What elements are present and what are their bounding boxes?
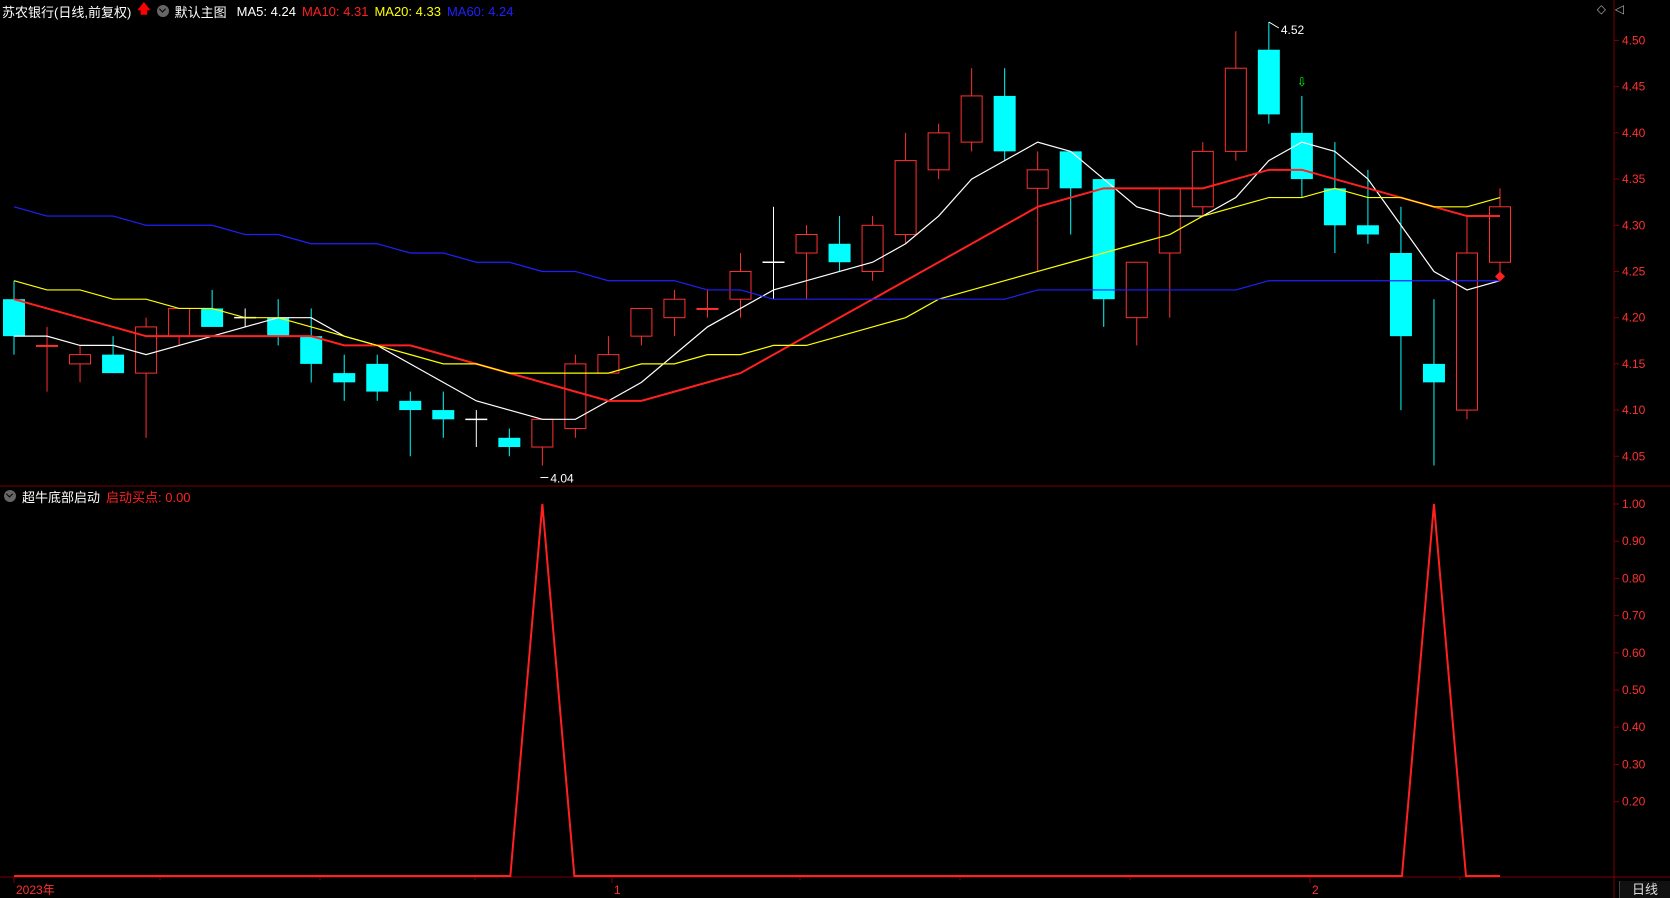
- candle-body: [36, 344, 59, 347]
- indicator-name[interactable]: 超牛底部启动: [22, 487, 100, 506]
- chart-canvas: 4.50 4.45 4.40 4.35 4.30 4.25 4.20 4.15 4.10 4.05…: [0, 0, 1670, 898]
- candle-body: [1389, 253, 1412, 337]
- main-price-chart[interactable]: 4.52 4.04 ⇩: [3, 21, 1511, 486]
- candle-body: [399, 400, 422, 411]
- ma20-value: MA20: 4.33: [374, 3, 441, 19]
- ma5-value: MA5: 4.24: [236, 3, 296, 19]
- sub-y-tick-label: 0.80: [1622, 571, 1646, 585]
- candle-body: [333, 373, 356, 383]
- candle-body: [1158, 187, 1181, 254]
- candle-body: [1323, 188, 1346, 226]
- low-label: 4.04: [550, 472, 574, 486]
- candle-body: [1356, 225, 1379, 235]
- candle-body: [894, 160, 917, 236]
- candle-body: [1422, 363, 1445, 383]
- candle-body: [1191, 150, 1214, 208]
- sub-y-tick-label: 0.20: [1622, 795, 1646, 809]
- ma10-value: MA10: 4.31: [301, 3, 369, 19]
- period-tab-daily[interactable]: 日线: [1619, 881, 1670, 898]
- high-marker: [1268, 21, 1280, 29]
- candle-body: [366, 363, 389, 392]
- candle-body: [1455, 252, 1478, 411]
- candle-body: [432, 410, 455, 420]
- buy-signal-icon: [1495, 271, 1505, 282]
- candle-body: [69, 354, 92, 365]
- template-name[interactable]: 默认主图: [175, 2, 227, 21]
- indicator-header: 超牛底部启动 启动买点: 0.00: [0, 487, 191, 505]
- candle-body: [729, 270, 752, 300]
- dropdown-icon[interactable]: [156, 5, 169, 17]
- candle-body: [1257, 49, 1280, 115]
- candle-body: [300, 336, 323, 364]
- stock-title[interactable]: 苏农银行(日线,前复权): [2, 2, 131, 21]
- y-tick-label: 4.40: [1622, 126, 1646, 140]
- candle-body: [1224, 67, 1247, 152]
- y-tick-label: 4.45: [1622, 80, 1646, 94]
- y-tick-label: 4.20: [1622, 311, 1646, 325]
- x-tick-label: 2: [1312, 883, 1319, 897]
- ma-line-ma60: [13, 206, 1500, 300]
- chart-frame: 4.50 4.45 4.40 4.35 4.30 4.25 4.20 4.15 4.10 4.05…: [0, 0, 1670, 898]
- diamond-icon[interactable]: ◇: [1597, 2, 1606, 16]
- y-tick-label: 4.50: [1622, 33, 1646, 47]
- indicator-dropdown-icon[interactable]: [4, 490, 16, 502]
- candle-body: [1059, 151, 1082, 189]
- ma-line-ma10: [13, 168, 1500, 402]
- main-header: 苏农银行(日线,前复权) 🡅 默认主图 MA5: 4.24 MA10: 4.31…: [0, 1, 514, 21]
- candle-body: [597, 354, 620, 374]
- y-tick-label: 4.30: [1622, 218, 1646, 232]
- up-arrow-icon: 🡅: [137, 1, 151, 16]
- down-arrow-icon: ⇩: [1297, 75, 1307, 89]
- candle-body: [960, 95, 983, 143]
- sub-y-tick-label: 0.90: [1622, 534, 1646, 548]
- candle-body: [3, 299, 25, 337]
- candle-body: [531, 418, 554, 448]
- y-tick-label: 4.05: [1622, 449, 1646, 463]
- candle-body: [993, 95, 1016, 152]
- candle-body: [498, 437, 521, 448]
- x-tick-label: 1: [614, 883, 621, 897]
- y-tick-label: 4.10: [1622, 403, 1646, 417]
- sub-y-tick-label: 0.70: [1622, 609, 1646, 623]
- high-label: 4.52: [1281, 23, 1305, 37]
- candle-body: [795, 234, 818, 254]
- sub-y-tick-label: 0.40: [1622, 720, 1646, 734]
- candle-body: [696, 307, 719, 310]
- candle-body: [1026, 169, 1049, 189]
- ma60-value: MA60: 4.24: [446, 3, 514, 19]
- candle-body: [630, 307, 653, 337]
- sub-y-tick-label: 1.00: [1622, 497, 1646, 511]
- x-tick-label: 2023年: [16, 883, 55, 897]
- candle-body: [1092, 179, 1115, 300]
- y-tick-label: 4.25: [1622, 264, 1646, 278]
- indicator-value: 启动买点: 0.00: [106, 489, 191, 505]
- candle-body: [663, 298, 686, 319]
- candle-body: [828, 243, 851, 263]
- candle-body: [168, 307, 191, 337]
- candle-body: [927, 132, 950, 171]
- y-tick-label: 4.35: [1622, 172, 1646, 186]
- indicator-chart[interactable]: [14, 503, 1500, 877]
- triangle-left-icon[interactable]: ◁: [1615, 2, 1624, 16]
- signal-line: [14, 503, 1500, 877]
- sub-y-tick-label: 0.60: [1622, 646, 1646, 660]
- sub-y-tick-label: 0.30: [1622, 757, 1646, 771]
- sub-y-tick-label: 0.50: [1622, 683, 1646, 697]
- y-tick-label: 4.15: [1622, 357, 1646, 371]
- candle-body: [102, 354, 125, 374]
